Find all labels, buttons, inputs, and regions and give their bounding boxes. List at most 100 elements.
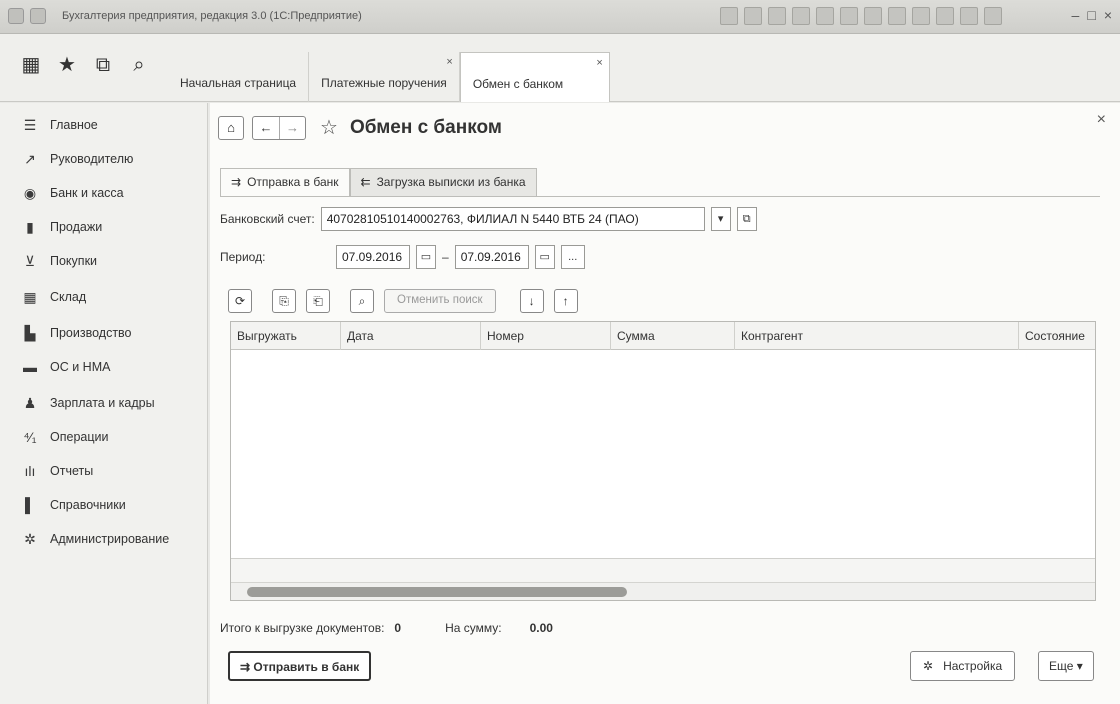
tab-home[interactable]: Начальная страница xyxy=(168,52,310,102)
window-title: Бухгалтерия предприятия, редакция 3.0 (1… xyxy=(62,10,362,22)
refresh-icon[interactable]: ⟳ xyxy=(228,289,252,313)
sidebar-item-reports[interactable]: ılı Отчеты xyxy=(22,459,94,483)
period-select-button[interactable]: ... xyxy=(560,245,585,269)
account-row: Банковский счет: 40702810510140002763, Ф… xyxy=(220,207,757,231)
search-icon[interactable]: ⌕ xyxy=(128,54,150,76)
sidebar-item-warehouse[interactable]: ▦ Склад xyxy=(22,285,86,309)
sidebar-item-label: Покупки xyxy=(50,254,98,268)
tool-icon[interactable] xyxy=(744,7,762,25)
system-buttons xyxy=(8,8,54,26)
sidebar-item-salary[interactable]: ♟ Зарплата и кадры xyxy=(22,391,155,415)
tool-icon[interactable] xyxy=(816,7,834,25)
dropdown-icon[interactable] xyxy=(30,8,46,24)
tool-icon[interactable] xyxy=(888,7,906,25)
tool-icon[interactable] xyxy=(960,7,978,25)
download-icon: ⇇ xyxy=(360,175,371,189)
star-icon[interactable]: ★ xyxy=(56,54,78,76)
open-link-button[interactable]: ⧉ xyxy=(736,207,757,231)
period-to-field[interactable]: 07.09.2016 xyxy=(454,245,529,269)
column-header[interactable]: Сумма xyxy=(611,322,735,350)
tool-icon[interactable] xyxy=(864,7,882,25)
sidebar-item-label: Продажи xyxy=(50,220,103,234)
tool-icon[interactable] xyxy=(720,7,738,25)
copy-icon[interactable]: ⎘ xyxy=(272,289,296,313)
account-field[interactable]: 40702810510140002763, ФИЛИАЛ N 5440 ВТБ … xyxy=(320,207,705,231)
menu-icon: ☰ xyxy=(23,117,37,133)
app-menu-icon[interactable] xyxy=(8,8,24,24)
tool-icon[interactable] xyxy=(912,7,930,25)
more-button[interactable]: Еще ▾ xyxy=(1038,651,1094,681)
search-icon[interactable]: ⌕ xyxy=(350,289,374,313)
scrollbar-thumb[interactable] xyxy=(247,587,627,597)
sidebar-item-operations[interactable]: ⁴⁄₁ Операции xyxy=(22,425,108,449)
sort-asc-icon[interactable]: ↓ xyxy=(519,289,544,313)
period-from-field[interactable]: 07.09.2016 xyxy=(336,245,410,269)
tool-icon[interactable] xyxy=(792,7,810,25)
sidebar-item-label: Отчеты xyxy=(50,464,94,478)
sidebar-item-production[interactable]: ▙ Производство xyxy=(22,321,132,345)
calendar-button[interactable]: ▭ xyxy=(416,245,436,269)
subtab-send[interactable]: ⇉ Отправка в банк xyxy=(220,168,350,196)
close-tab-icon[interactable]: × xyxy=(596,57,602,69)
sidebar-item-bank[interactable]: ◉ Банк и касса xyxy=(22,181,124,205)
tab-label: Платежные поручения xyxy=(321,76,447,90)
list-toolbar: ⟳ ⎘ ⎗ ⌕ Отменить поиск ↓ ↑ xyxy=(228,289,578,313)
close-window-icon[interactable]: × xyxy=(1104,7,1112,23)
tool-icon[interactable] xyxy=(768,7,786,25)
sort-desc-icon[interactable]: ↑ xyxy=(553,289,578,313)
close-form-icon[interactable]: × xyxy=(1097,111,1106,129)
person-icon: ♟ xyxy=(23,395,37,411)
copy-all-icon[interactable]: ⎗ xyxy=(306,289,330,313)
cart-icon: ⊻ xyxy=(24,253,36,269)
calendar-button[interactable]: ▭ xyxy=(534,245,555,269)
history-icon[interactable]: ⧉ xyxy=(92,54,114,76)
tool-icon[interactable] xyxy=(936,7,954,25)
column-header[interactable]: Контрагент xyxy=(735,322,1019,350)
sidebar-item-purchases[interactable]: ⊻ Покупки xyxy=(22,249,97,273)
horizontal-scrollbar[interactable] xyxy=(231,582,1095,600)
minimize-icon[interactable]: – xyxy=(1072,7,1080,23)
settings-button[interactable]: ✲ Настройка xyxy=(910,651,1016,681)
apps-grid-icon[interactable]: ▦ xyxy=(20,54,42,76)
bank-icon: ◉ xyxy=(23,185,37,201)
subtab-load-statement[interactable]: ⇇ Загрузка выписки из банка xyxy=(349,168,537,196)
sidebar-item-label: Главное xyxy=(50,118,98,132)
main-panel: ⌂ ← → ☆ Обмен с банком × ⇉ Отправка в ба… xyxy=(210,103,1120,704)
back-button[interactable]: ← xyxy=(253,117,279,139)
tool-icon[interactable] xyxy=(984,7,1002,25)
sidebar-item-sales[interactable]: ▮ Продажи xyxy=(22,215,102,239)
operations-icon: ⁴⁄₁ xyxy=(23,429,37,445)
gear-icon: ✲ xyxy=(923,659,934,673)
sidebar-item-directories[interactable]: ▌ Справочники xyxy=(22,493,126,517)
forward-button[interactable]: → xyxy=(279,116,305,139)
column-header[interactable]: Дата xyxy=(341,322,481,350)
sidebar-item-label: Справочники xyxy=(50,498,126,512)
sidebar-item-main[interactable]: ☰ Главное xyxy=(22,113,98,137)
tool-icon[interactable] xyxy=(840,7,858,25)
page-title: Обмен с банком xyxy=(349,116,502,138)
tab-payment-orders[interactable]: Платежные поручения × xyxy=(309,52,460,102)
home-button[interactable]: ⌂ xyxy=(218,115,244,140)
open-tabs: Начальная страница Платежные поручения ×… xyxy=(168,52,610,102)
sidebar-item-administration[interactable]: ✲ Администрирование xyxy=(22,527,169,551)
sidebar-item-fixed-assets[interactable]: ▬ ОС и НМА xyxy=(22,355,110,379)
totals-sum-value: 0.00 xyxy=(529,621,553,635)
window-controls: – □ × xyxy=(1072,7,1112,23)
dropdown-button[interactable]: ▾ xyxy=(710,207,731,231)
totals-sum-label: На сумму: xyxy=(445,621,502,635)
favorite-star-icon[interactable]: ☆ xyxy=(320,115,338,140)
tab-label: Обмен с банком xyxy=(472,77,564,91)
column-header[interactable]: Номер xyxy=(481,322,611,350)
column-header[interactable]: Состояние xyxy=(1019,322,1097,350)
cancel-search-button[interactable]: Отменить поиск xyxy=(384,289,496,313)
column-header[interactable]: Выгружать xyxy=(231,322,341,350)
send-icon: ⇉ xyxy=(231,175,242,189)
maximize-icon[interactable]: □ xyxy=(1087,7,1095,23)
sidebar-item-label: Банк и касса xyxy=(50,186,124,200)
account-label: Банковский счет: xyxy=(220,212,315,226)
sidebar-item-manager[interactable]: ↗ Руководителю xyxy=(22,147,133,171)
tab-bank-exchange[interactable]: Обмен с банком × xyxy=(459,52,610,102)
send-to-bank-button[interactable]: ⇉ Отправить в банк xyxy=(228,651,372,681)
sidebar-item-label: Руководителю xyxy=(50,152,134,166)
close-tab-icon[interactable]: × xyxy=(446,56,452,68)
